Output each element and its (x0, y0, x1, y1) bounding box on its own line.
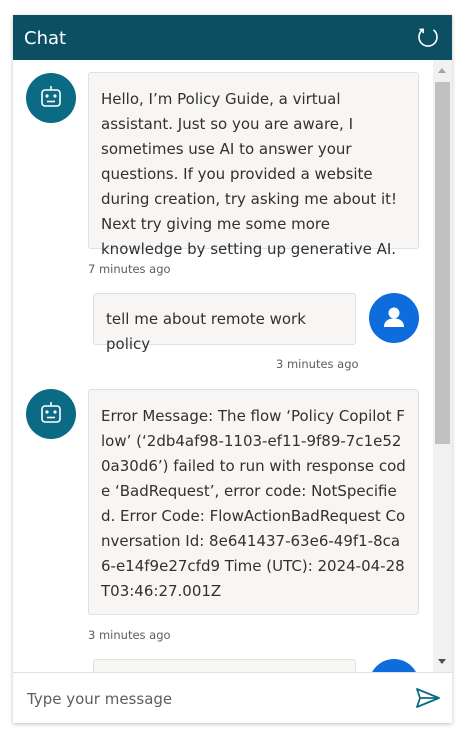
person-icon (384, 307, 404, 327)
bot-message-bubble: Error Message: The flow ‘Policy Copilot … (88, 389, 419, 615)
scroll-up-arrow[interactable] (438, 68, 446, 73)
message-timestamp: 3 minutes ago (88, 628, 171, 642)
composer-bar (13, 672, 452, 723)
user-avatar (369, 293, 419, 343)
scrollbar[interactable] (433, 60, 452, 672)
user-message-bubble (93, 659, 356, 672)
user-avatar (369, 659, 419, 672)
scrollbar-thumb[interactable] (435, 82, 450, 444)
refresh-icon[interactable] (416, 25, 440, 49)
chat-window: Chat Hello, I’m Policy Guide, a virtual … (13, 15, 452, 723)
message-timestamp: 3 minutes ago (276, 357, 359, 371)
bot-avatar (26, 73, 76, 123)
user-message-bubble: tell me about remote work policy (93, 293, 356, 353)
bot-message-bubble: Hello, I’m Policy Guide, a virtual assis… (88, 72, 419, 258)
robot-icon (41, 402, 61, 423)
scroll-down-arrow[interactable] (438, 659, 446, 664)
bot-avatar (26, 389, 76, 439)
chat-header: Chat (13, 15, 452, 60)
message-timestamp: 7 minutes ago (88, 262, 171, 276)
send-icon[interactable] (414, 686, 442, 710)
message-input[interactable] (25, 684, 399, 714)
message-list[interactable]: Hello, I’m Policy Guide, a virtual assis… (13, 60, 452, 672)
chat-title: Chat (24, 28, 67, 49)
robot-icon (41, 86, 61, 107)
